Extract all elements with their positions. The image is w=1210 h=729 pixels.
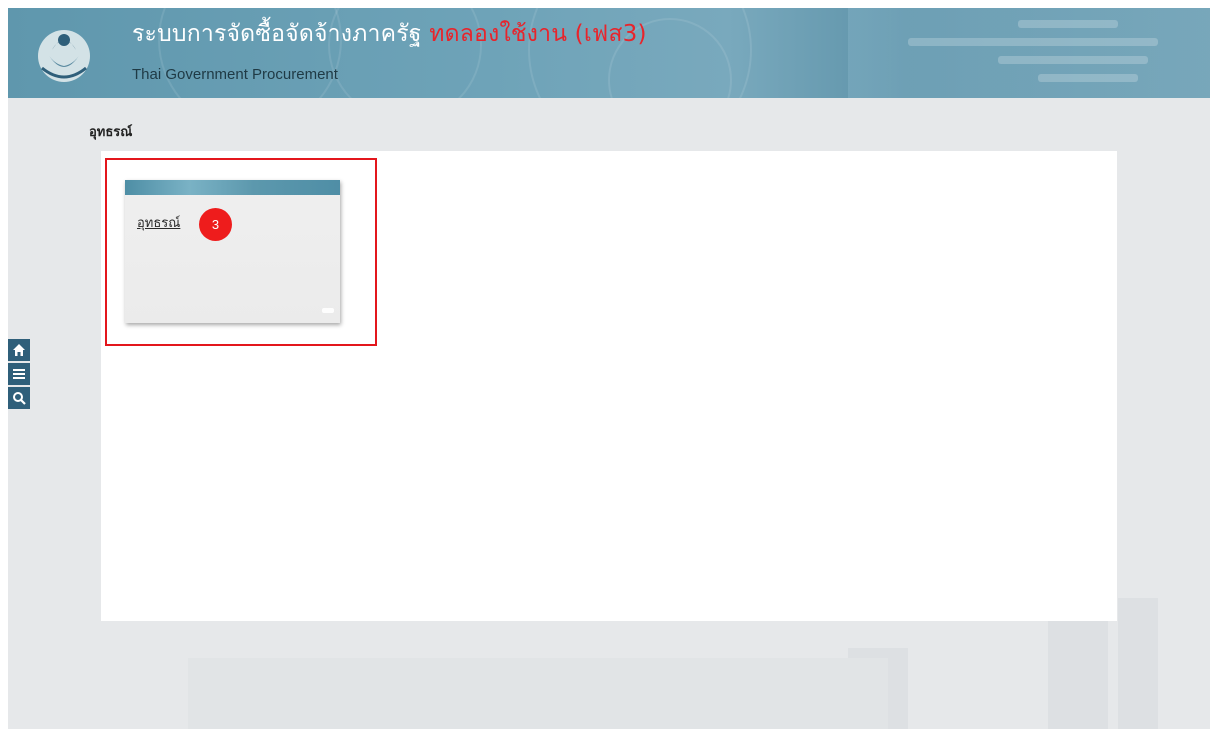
side-toolbar (8, 339, 30, 411)
trial-version-label: ทดลองใช้งาน (เฟส3) (429, 21, 647, 47)
background-decoration (1118, 598, 1158, 729)
home-button[interactable] (8, 339, 30, 361)
site-title: ระบบการจัดซื้อจัดจ้างภาครัฐ ทดลองใช้งาน … (132, 16, 647, 52)
menu-icon (12, 367, 26, 381)
background-decoration (188, 658, 888, 729)
site-title-main: ระบบการจัดซื้อจัดจ้างภาครัฐ (132, 21, 422, 47)
header-decoration-band (848, 8, 1210, 98)
garuda-logo-icon[interactable] (34, 20, 94, 86)
page-frame: ระบบการจัดซื้อจัดจ้างภาครัฐ ทดลองใช้งาน … (8, 8, 1210, 729)
page-title: อุทธรณ์ (89, 125, 133, 140)
site-subtitle: Thai Government Procurement (132, 66, 338, 83)
search-button[interactable] (8, 387, 30, 409)
highlight-box (105, 158, 377, 346)
site-header: ระบบการจัดซื้อจัดจ้างภาครัฐ ทดลองใช้งาน … (8, 8, 1210, 98)
step-number-badge: 3 (199, 208, 232, 241)
search-icon (12, 391, 26, 405)
home-icon (12, 343, 26, 357)
menu-button[interactable] (8, 363, 30, 385)
